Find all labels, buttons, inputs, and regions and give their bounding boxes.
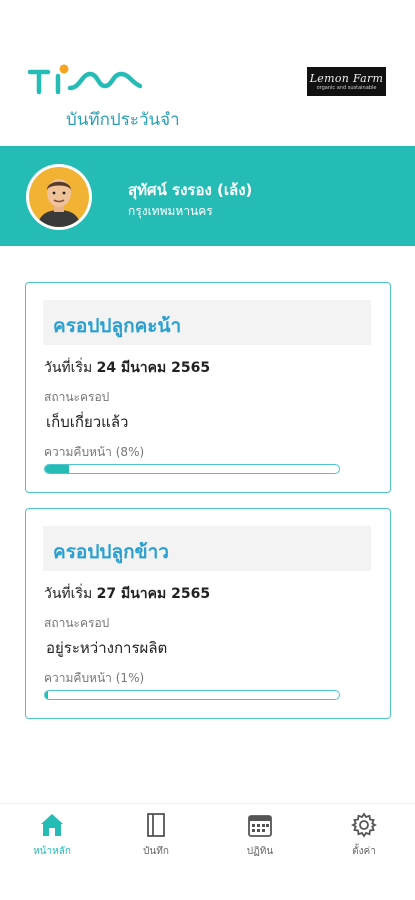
app-subtitle: บันทึกประวันจำ [66,110,180,130]
crop-start-date: 24 มีนาคม 2565 [96,360,211,376]
crop-start-date: 27 มีนาคม 2565 [96,586,211,602]
lemon-farm-logo: Lemon Farm organic and sustainable [307,67,386,96]
crop-card[interactable]: ครอปปลูกข้าว วันที่เริ่ม 27 มีนาคม 2565 … [25,508,391,719]
start-date-label: วันที่เริ่ม [44,360,93,376]
nav-home[interactable]: หน้าหลัก [0,804,104,900]
crop-title: ครอปปลูกคะน้า [53,315,182,337]
nav-label: ตั้งค่า [352,846,376,857]
nav-notes[interactable]: บันทึก [104,804,208,900]
crop-status: อยู่ระหว่างการผลิต [46,639,168,657]
progress-label-text: ความคืบหน้า [44,671,112,685]
progress-fill [45,691,48,699]
gear-icon [351,812,377,838]
start-date-label: วันที่เริ่ม [44,586,93,602]
nav-settings[interactable]: ตั้งค่า [312,804,415,900]
profile-name: สุทัศน์ รงรอง (เล้ง) [128,181,253,199]
nav-label: ปฏิทิน [246,846,274,857]
nav-label: บันทึก [143,846,169,857]
home-icon [41,814,63,836]
crop-start-row: วันที่เริ่ม 27 มีนาคม 2565 [44,583,210,605]
crop-card[interactable]: ครอปปลูกคะน้า วันที่เริ่ม 24 มีนาคม 2565… [25,282,391,493]
notebook-icon [147,813,165,837]
profile-location: กรุงเทพมหานคร [128,204,213,218]
progress-fill [45,465,69,473]
calendar-icon [248,815,272,837]
nav-label: หน้าหลัก [33,846,71,857]
nav-calendar[interactable]: ปฏิทิน [208,804,312,900]
tim-logo [28,64,143,95]
crop-title-box: ครอปปลูกคะน้า [43,300,371,345]
progress-label-text: ความคืบหน้า [44,445,112,459]
progress-label: ความคืบหน้า (1%) [44,669,144,688]
avatar[interactable] [25,163,93,231]
progress-percent: (1%) [115,671,145,685]
status-label: สถานะครอป [44,390,110,404]
status-label: สถานะครอป [44,616,110,630]
bottom-nav: หน้าหลัก บันทึก ปฏิทิน ตั้งค่า [0,803,415,900]
crop-start-row: วันที่เริ่ม 24 มีนาคม 2565 [44,357,210,379]
app-header: บันทึกประวันจำ Lemon Farm organic and su… [0,0,415,146]
progress-percent: (8%) [115,445,145,459]
progress-bar [44,464,340,474]
progress-label: ความคืบหน้า (8%) [44,443,144,462]
crop-status: เก็บเกี่ยวแล้ว [46,413,129,431]
crop-title: ครอปปลูกข้าว [53,541,169,563]
progress-bar [44,690,340,700]
crop-title-box: ครอปปลูกข้าว [43,526,371,571]
